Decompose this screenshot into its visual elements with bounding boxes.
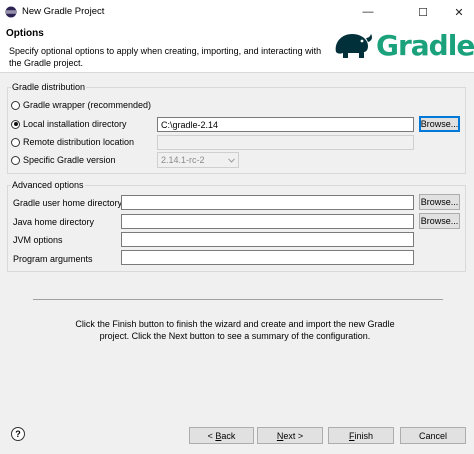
eclipse-app-icon	[5, 6, 17, 18]
gradle-logo-text: Gradle	[376, 28, 474, 62]
java-home-field[interactable]	[121, 214, 414, 229]
gradle-user-home-field[interactable]	[121, 195, 414, 210]
gradle-version-select[interactable]: 2.14.1-rc-2	[157, 152, 239, 168]
finish-info-text: Click the Finish button to finish the wi…	[75, 319, 395, 341]
radio-gradle-wrapper[interactable]: Gradle wrapper (recommended)	[11, 100, 151, 110]
back-button[interactable]: < Back	[189, 427, 254, 444]
advanced-group-title: Advanced options	[11, 180, 85, 190]
java-home-label: Java home directory	[13, 217, 95, 227]
page-title: Options	[6, 28, 44, 39]
local-installation-field[interactable]: C:\gradle-2.14	[157, 117, 414, 132]
separator	[33, 299, 443, 300]
radio-label: Specific Gradle version	[23, 155, 116, 165]
close-button[interactable]: ✕	[444, 0, 474, 24]
radio-specific-version[interactable]: Specific Gradle version	[11, 155, 116, 165]
maximize-button[interactable]: ☐	[408, 0, 438, 24]
window-title: New Gradle Project	[22, 6, 105, 17]
cancel-button[interactable]: Cancel	[400, 427, 466, 444]
browse-local-button[interactable]: Browse...	[419, 116, 460, 132]
radio-button[interactable]	[11, 155, 20, 165]
jvm-options-field[interactable]	[121, 232, 414, 247]
chevron-down-icon	[228, 157, 235, 163]
gradle-user-home-label: Gradle user home directory	[13, 198, 123, 208]
radio-remote-distribution[interactable]: Remote distribution location	[11, 137, 134, 147]
next-rest: ext >	[283, 430, 304, 441]
radio-button[interactable]	[11, 100, 20, 110]
radio-label: Local installation directory	[23, 119, 127, 129]
radio-label: Remote distribution location	[23, 137, 135, 147]
radio-local-installation[interactable]: Local installation directory	[11, 119, 127, 129]
gradle-logo: Gradle	[330, 28, 474, 62]
finish-button[interactable]: Finish	[328, 427, 394, 444]
page-description: Specify optional options to apply when c…	[9, 46, 322, 68]
browse-user-home-button[interactable]: Browse...	[419, 194, 460, 210]
program-arguments-field[interactable]	[121, 250, 414, 265]
minimize-button[interactable]: —	[353, 0, 383, 24]
help-icon[interactable]: ?	[11, 427, 25, 441]
distribution-group-title: Gradle distribution	[11, 82, 87, 92]
back-prefix: <	[207, 430, 216, 441]
finish-rest: inish	[354, 430, 373, 441]
next-button[interactable]: Next >	[257, 427, 323, 444]
back-rest: ack	[221, 430, 236, 441]
browse-java-home-button[interactable]: Browse...	[419, 213, 460, 229]
program-arguments-label: Program arguments	[13, 254, 93, 264]
remote-distribution-field[interactable]	[157, 135, 414, 150]
radio-button[interactable]	[11, 137, 20, 147]
jvm-options-label: JVM options	[13, 235, 63, 245]
elephant-icon	[335, 34, 372, 58]
gradle-version-value: 2.14.1-rc-2	[161, 155, 205, 165]
radio-label: Gradle wrapper (recommended)	[23, 100, 152, 110]
radio-button[interactable]	[11, 119, 20, 129]
